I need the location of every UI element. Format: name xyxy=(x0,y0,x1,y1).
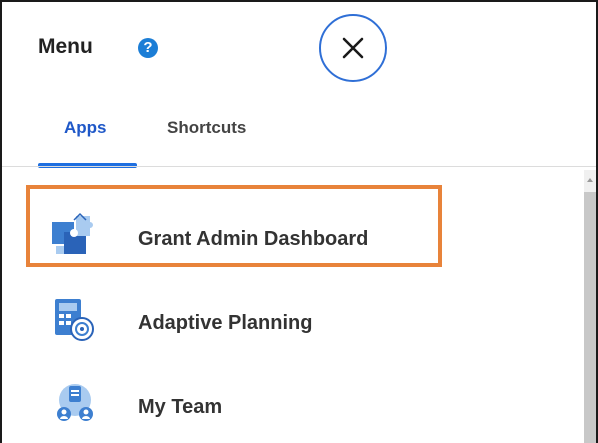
help-icon[interactable]: ? xyxy=(138,38,158,58)
tab-shortcuts[interactable]: Shortcuts xyxy=(167,118,246,138)
tab-apps[interactable]: Apps xyxy=(64,118,107,138)
menu-item-label: Grant Admin Dashboard xyxy=(138,228,369,250)
menu-item-adaptive-planning[interactable]: Adaptive Planning xyxy=(50,292,450,352)
menu-item-my-team[interactable]: My Team xyxy=(50,377,450,437)
team-icon xyxy=(50,382,100,433)
menu-item-grant-admin-dashboard[interactable]: Grant Admin Dashboard xyxy=(50,207,450,267)
menu-item-label: My Team xyxy=(138,396,223,418)
tab-divider xyxy=(2,166,596,167)
scroll-up-arrow-icon[interactable] xyxy=(587,178,593,182)
calculator-target-icon xyxy=(50,297,100,348)
menu-item-label: Adaptive Planning xyxy=(138,312,313,334)
puzzle-dashboard-icon xyxy=(50,212,100,263)
close-icon xyxy=(342,37,364,59)
scrollbar-thumb[interactable] xyxy=(584,192,596,443)
menu-title: Menu xyxy=(38,35,93,58)
close-button[interactable] xyxy=(319,14,387,82)
